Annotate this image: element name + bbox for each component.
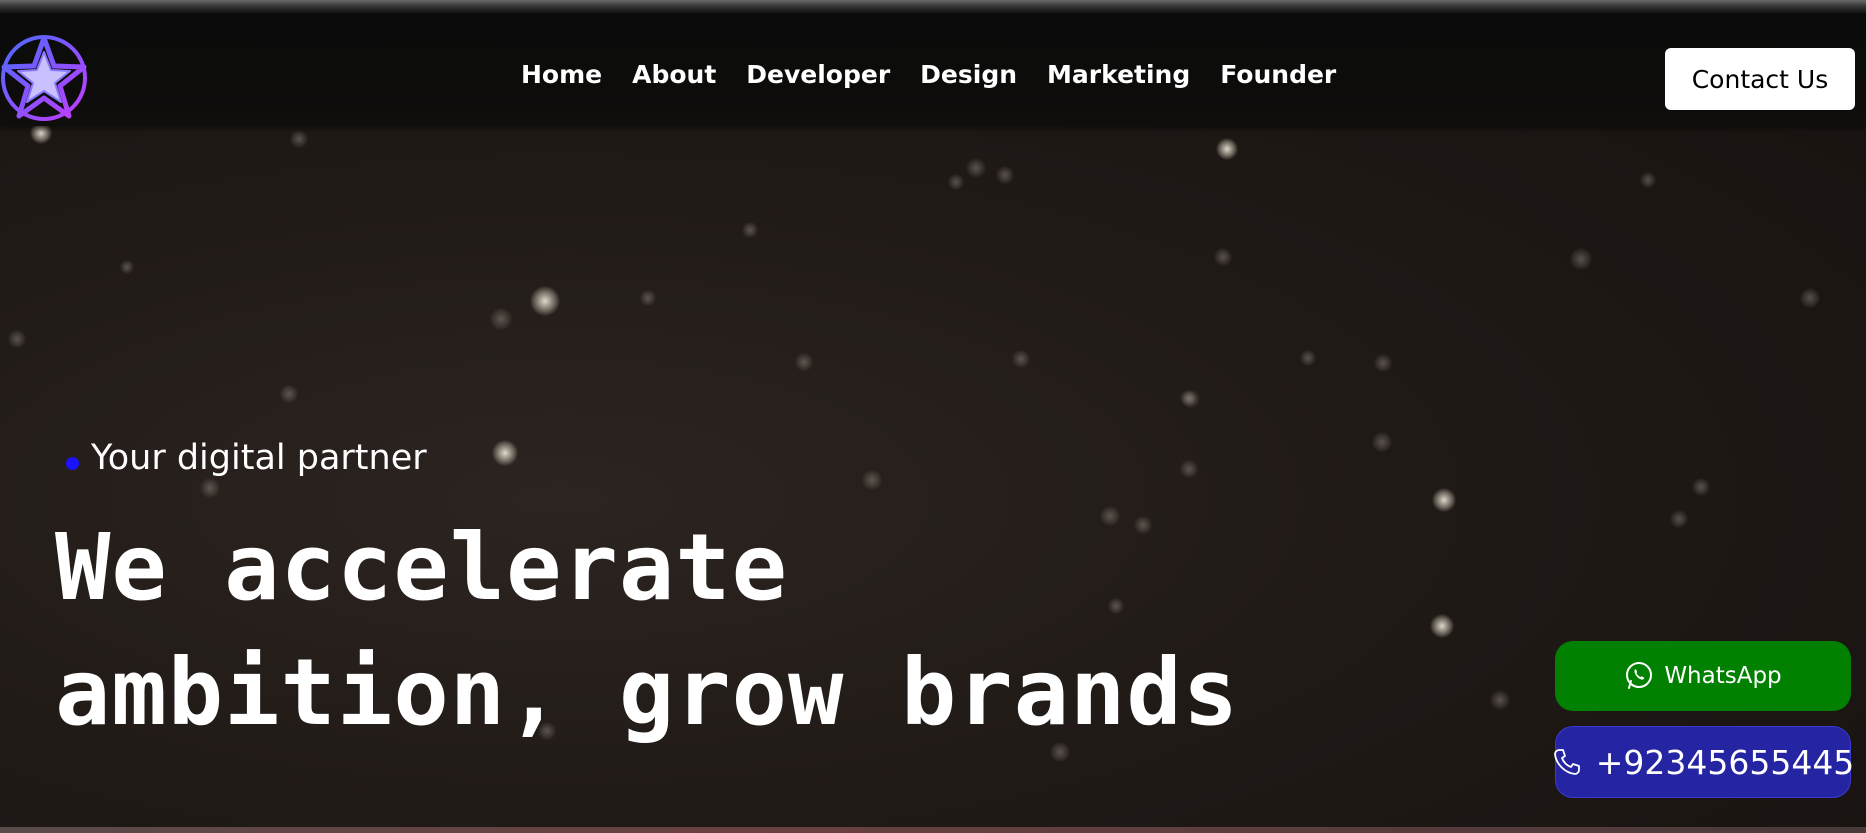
bokeh-particle (1490, 690, 1510, 710)
bokeh-particle (948, 174, 964, 190)
bokeh-particle (1670, 510, 1688, 528)
hero-eyebrow: Your digital partner (66, 438, 427, 478)
bokeh-particle (8, 330, 26, 348)
bokeh-particle (1374, 354, 1392, 372)
bokeh-particle (1570, 248, 1592, 270)
nav-developer[interactable]: Developer (746, 60, 890, 89)
star-logo-icon[interactable] (0, 34, 90, 124)
bokeh-particle (1300, 350, 1316, 366)
bokeh-particle (640, 290, 656, 306)
nav-home[interactable]: Home (521, 60, 602, 89)
bokeh-particle (966, 158, 986, 178)
headline-line-2: ambition, grow brands (55, 639, 1240, 746)
bokeh-particle (1372, 432, 1392, 452)
top-edge (0, 0, 1866, 14)
whatsapp-label: WhatsApp (1664, 663, 1782, 689)
phone-label: +92345655445 (1595, 742, 1855, 782)
bokeh-particle (490, 308, 512, 330)
bokeh-particle (1012, 350, 1030, 368)
eyebrow-dot (66, 456, 79, 470)
bokeh-particle (1180, 460, 1198, 478)
phone-button[interactable]: +92345655445 (1553, 726, 1854, 798)
bokeh-particle (1640, 172, 1656, 188)
bokeh-particle (1800, 288, 1820, 308)
bokeh-particle (1214, 248, 1232, 266)
contact-us-button[interactable]: Contact Us (1665, 48, 1855, 110)
whatsapp-icon (1626, 662, 1653, 689)
hero-headline: We accelerate ambition, grow brands (55, 505, 1355, 755)
nav-design[interactable]: Design (920, 60, 1017, 89)
nav-about[interactable]: About (632, 60, 716, 89)
bokeh-particle (200, 478, 220, 498)
bokeh-particle (742, 222, 758, 238)
bottom-edge (0, 827, 1866, 833)
headline-line-1: We accelerate (55, 514, 789, 621)
nav-founder[interactable]: Founder (1220, 60, 1336, 89)
bokeh-particle (1180, 390, 1196, 406)
bokeh-particle (290, 130, 308, 148)
site-header: Home About Developer Design Marketing Fo… (0, 14, 1866, 126)
bokeh-particle (996, 166, 1014, 184)
main-nav: Home About Developer Design Marketing Fo… (521, 60, 1366, 89)
bokeh-particle (1430, 614, 1454, 638)
bokeh-particle (862, 470, 882, 490)
bokeh-particle (530, 286, 560, 316)
bokeh-particle (120, 260, 134, 274)
bokeh-particle (492, 440, 518, 466)
nav-marketing[interactable]: Marketing (1047, 60, 1190, 89)
bokeh-particle (795, 353, 813, 371)
bokeh-particle (1432, 488, 1456, 512)
whatsapp-button[interactable]: WhatsApp (1555, 641, 1851, 711)
eyebrow-text: Your digital partner (91, 438, 427, 478)
bokeh-particle (1216, 138, 1238, 160)
bokeh-particle (280, 385, 298, 403)
phone-icon (1553, 749, 1580, 775)
bokeh-particle (1692, 478, 1710, 496)
